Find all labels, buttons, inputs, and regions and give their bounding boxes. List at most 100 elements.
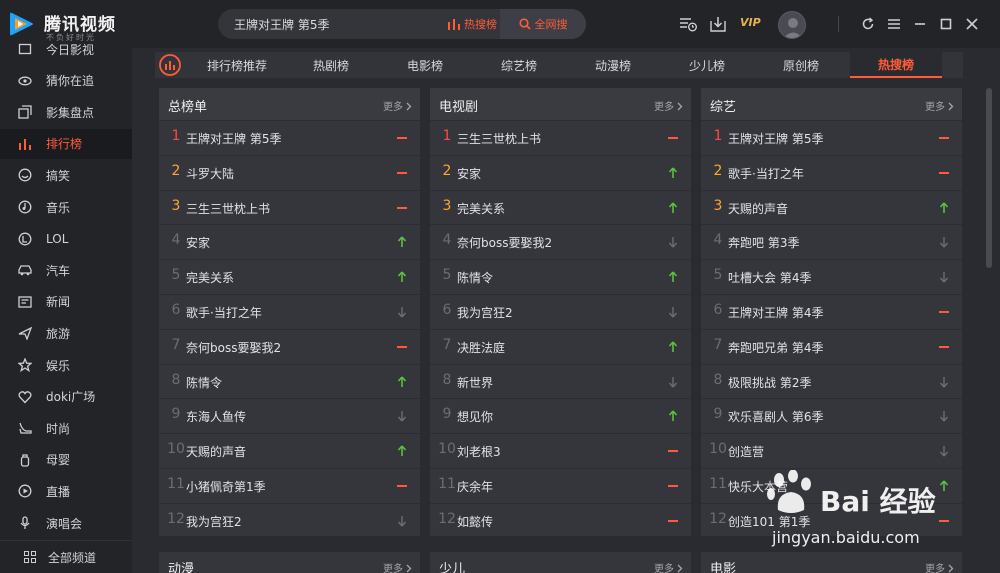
ranking-row[interactable]: 1 三生三世枕上书	[430, 120, 691, 154]
trend-indicator	[938, 131, 950, 145]
show-title: 陈情令	[186, 375, 223, 390]
panel-more-link[interactable]: 更多	[654, 560, 683, 573]
ranking-row[interactable]: 1 王牌对王牌 第5季	[701, 120, 962, 154]
download-button[interactable]	[708, 14, 728, 34]
ranking-row[interactable]: 7 决胜法庭	[430, 328, 691, 363]
tab-5[interactable]: 少儿榜	[663, 52, 751, 78]
ranking-row[interactable]: 5 陈情令	[430, 259, 691, 293]
trend-same-icon	[939, 171, 949, 174]
ranking-row[interactable]: 8 陈情令	[159, 363, 420, 398]
ranking-row[interactable]: 3 天赐的声音	[701, 189, 962, 224]
ranking-row[interactable]: 10 刘老根3	[430, 433, 691, 467]
rank-number: 7	[713, 336, 723, 353]
trend-same-icon	[668, 137, 678, 139]
hot-search-button[interactable]: 热搜榜	[448, 9, 497, 39]
panel-more-link[interactable]: 更多	[925, 98, 954, 113]
panel-more-link[interactable]: 更多	[383, 560, 412, 573]
ranking-row[interactable]: 5 吐槽大会 第4季	[701, 259, 962, 293]
bar-chart-icon-wrap	[18, 137, 32, 151]
ranking-row[interactable]: 11 快乐大本营	[701, 468, 962, 502]
panel-more-link[interactable]: 更多	[654, 98, 683, 113]
ranking-row[interactable]: 10 创造营	[701, 433, 962, 467]
tab-0[interactable]: 排行榜推荐	[193, 52, 281, 78]
ranking-row[interactable]: 4 奈何boss要娶我2	[430, 224, 691, 258]
search-input[interactable]	[234, 9, 444, 39]
sidebar-item-15[interactable]: 演唱会	[0, 508, 132, 538]
trend-indicator	[667, 340, 679, 354]
sidebar-item-14[interactable]: 直播	[0, 476, 132, 506]
ranking-row[interactable]: 12 如懿传	[430, 502, 691, 537]
ranking-row[interactable]: 2 斗罗大陆	[159, 154, 420, 189]
sidebar-item-10[interactable]: 娱乐	[0, 350, 132, 380]
ranking-row[interactable]: 6 我为宫狂2	[430, 294, 691, 328]
tab-2[interactable]: 电影榜	[381, 52, 469, 78]
ranking-row[interactable]: 7 奈何boss要娶我2	[159, 328, 420, 363]
panel-more-link[interactable]: 更多	[925, 560, 954, 573]
sidebar-item-11[interactable]: doki广场	[0, 382, 132, 412]
tab-1[interactable]: 热剧榜	[287, 52, 375, 78]
ranking-row[interactable]: 11 庆余年	[430, 468, 691, 502]
ranking-row[interactable]: 11 小猪佩奇第1季	[159, 468, 420, 502]
ranking-row[interactable]: 12 我为宫狂2	[159, 502, 420, 537]
maximize-button[interactable]	[936, 14, 956, 34]
tab-3[interactable]: 综艺榜	[475, 52, 563, 78]
trend-indicator	[667, 479, 679, 493]
rank-number: 10	[438, 441, 456, 458]
history-button[interactable]	[678, 14, 698, 34]
show-title: 决胜法庭	[457, 340, 506, 355]
ranking-row[interactable]: 2 安家	[430, 154, 691, 189]
ranking-row[interactable]: 7 奔跑吧兄弟 第4季	[701, 328, 962, 363]
minimize-button[interactable]	[910, 14, 930, 34]
sidebar-item-4[interactable]: 搞笑	[0, 160, 132, 190]
all-search-button[interactable]: 全网搜	[500, 9, 586, 39]
show-title: 欢乐喜剧人 第6季	[728, 410, 824, 425]
sidebar-item-12[interactable]: 时尚	[0, 413, 132, 443]
ranking-row[interactable]: 5 完美关系	[159, 259, 420, 293]
tab-7[interactable]: 热搜榜	[850, 52, 942, 78]
sidebar-item-6[interactable]: LOL	[0, 224, 132, 254]
sidebar-item-label: 演唱会	[46, 516, 83, 531]
sidebar-item-13[interactable]: 母婴	[0, 445, 132, 475]
scrollbar[interactable]	[986, 88, 992, 268]
menu-button[interactable]	[884, 14, 904, 34]
menu-icon	[888, 19, 900, 29]
refresh-button[interactable]	[858, 14, 878, 34]
close-button[interactable]	[962, 14, 982, 34]
sidebar-item-9[interactable]: 旅游	[0, 318, 132, 348]
sidebar-item-5[interactable]: 音乐	[0, 192, 132, 222]
ranking-row[interactable]: 3 三生三世枕上书	[159, 189, 420, 224]
ranking-row[interactable]: 9 东海人鱼传	[159, 398, 420, 432]
rank-number: 3	[713, 197, 723, 214]
sidebar-item-7[interactable]: 汽车	[0, 255, 132, 285]
sidebar-item-0[interactable]: 今日影视	[0, 34, 132, 64]
panel-header: 总榜单 更多	[159, 88, 420, 120]
sidebar-item-2[interactable]: 影集盘点	[0, 97, 132, 127]
ranking-row[interactable]: 3 完美关系	[430, 189, 691, 224]
user-avatar[interactable]	[778, 11, 806, 39]
sidebar-item-label: LOL	[46, 231, 69, 246]
ranking-row[interactable]: 6 歌手·当打之年	[159, 294, 420, 328]
tab-6[interactable]: 原创榜	[757, 52, 845, 78]
panel-more-link[interactable]: 更多	[383, 98, 412, 113]
chevron-right-icon	[406, 564, 412, 573]
tab-4[interactable]: 动漫榜	[569, 52, 657, 78]
ranking-row[interactable]: 12 创造101 第1季	[701, 502, 962, 537]
all-channels-button[interactable]: 全部频道	[0, 540, 132, 573]
car-icon	[18, 265, 32, 276]
ranking-row[interactable]: 4 安家	[159, 224, 420, 258]
ranking-row[interactable]: 8 新世界	[430, 363, 691, 398]
sidebar-item-8[interactable]: 新闻	[0, 287, 132, 317]
ranking-panel-2: 综艺 更多 1 王牌对王牌 第5季 2 歌手·当打之年 3 天赐的声音 4 奔跑吧 第3季 5 吐槽大…	[701, 88, 962, 536]
ranking-row[interactable]: 8 极限挑战 第2季	[701, 363, 962, 398]
ranking-row[interactable]: 4 奔跑吧 第3季	[701, 224, 962, 258]
sidebar-item-1[interactable]: 猜你在追	[0, 66, 132, 96]
chevron-right-icon	[677, 564, 683, 573]
ranking-row[interactable]: 9 想见你	[430, 398, 691, 432]
ranking-row[interactable]: 2 歌手·当打之年	[701, 154, 962, 189]
sidebar-item-3[interactable]: 排行榜	[0, 128, 132, 159]
ranking-row[interactable]: 9 欢乐喜剧人 第6季	[701, 398, 962, 432]
ranking-row[interactable]: 6 王牌对王牌 第4季	[701, 294, 962, 328]
ranking-row[interactable]: 10 天赐的声音	[159, 433, 420, 467]
vip-button[interactable]: VIP	[740, 16, 761, 29]
ranking-row[interactable]: 1 王牌对王牌 第5季	[159, 120, 420, 154]
